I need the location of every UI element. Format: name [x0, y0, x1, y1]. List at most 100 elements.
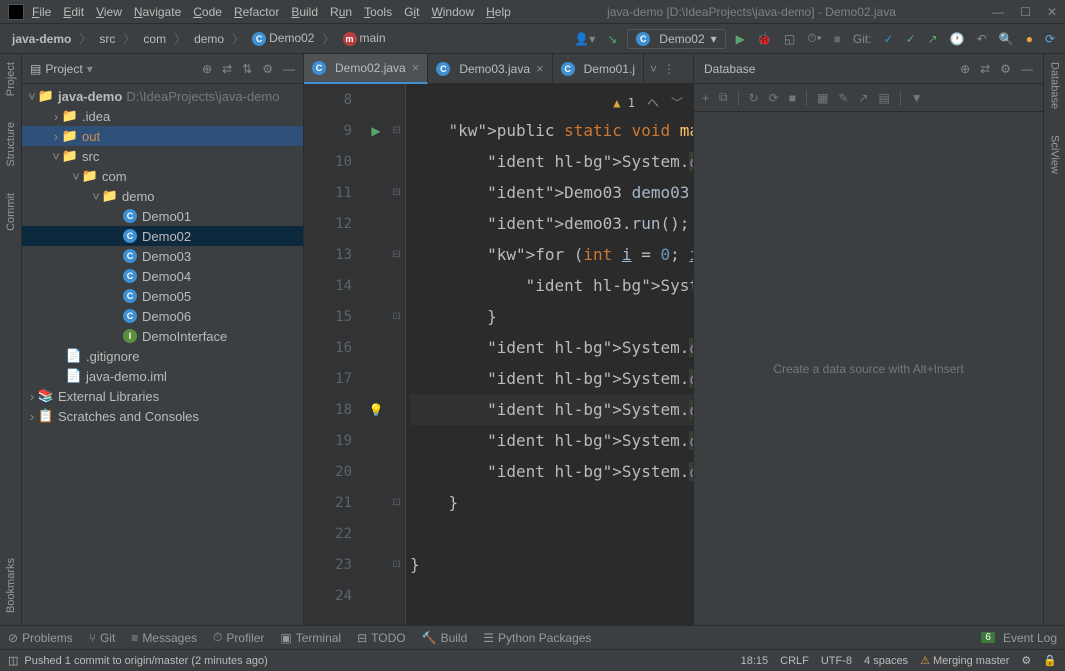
tab-demo03[interactable]: C Demo03.java × — [428, 54, 552, 84]
build-button[interactable]: ↘ — [605, 30, 619, 48]
tool-bookmarks[interactable]: Bookmarks — [5, 554, 17, 617]
hide-tool-windows-icon[interactable]: ◫ — [8, 654, 18, 667]
tree-com-package[interactable]: ˅ 📁 com — [22, 166, 303, 186]
tree-class-demo04[interactable]: C Demo04 — [22, 266, 303, 286]
tool-terminal[interactable]: ▣ Terminal — [280, 631, 341, 645]
menu-help[interactable]: Help — [486, 5, 511, 19]
memory-indicator-icon[interactable]: ⚙ — [1021, 654, 1031, 667]
menu-tools[interactable]: Tools — [364, 5, 392, 19]
run-button[interactable]: ▶ — [734, 30, 747, 48]
project-tree[interactable]: ˅ 📁 java-demo D:\IdeaProjects\java-demo … — [22, 84, 303, 625]
menu-git[interactable]: Git — [404, 5, 419, 19]
menu-navigate[interactable]: Navigate — [134, 5, 181, 19]
menu-run[interactable]: Run — [330, 5, 352, 19]
tree-class-demo02[interactable]: C Demo02 — [22, 226, 303, 246]
tool-git[interactable]: ⑂ Git — [89, 631, 116, 645]
git-commit-button[interactable]: ✓ — [904, 30, 918, 48]
db-sync-icon[interactable]: ⟳ — [769, 91, 779, 105]
git-rollback-button[interactable]: ↶ — [975, 30, 989, 48]
indent-config[interactable]: 4 spaces — [864, 655, 908, 667]
db-refresh-icon[interactable]: ↻ — [749, 91, 759, 105]
close-tab-icon[interactable]: × — [412, 60, 420, 75]
db-locate-icon[interactable]: ⊕ — [960, 62, 970, 76]
ide-tools-button[interactable]: ⟳ — [1043, 30, 1057, 48]
tool-event-log[interactable]: Event Log — [1003, 631, 1057, 645]
tool-structure[interactable]: Structure — [5, 118, 17, 171]
bc-com[interactable]: com — [139, 30, 170, 48]
tool-project[interactable]: Project — [5, 58, 17, 100]
db-jump-icon[interactable]: ↗ — [858, 91, 868, 105]
coverage-button[interactable]: ◱ — [782, 30, 797, 48]
stop-button[interactable]: ■ — [832, 30, 843, 48]
ide-settings-button[interactable]: ● — [1024, 30, 1035, 48]
code-editor[interactable]: ▲ 1 ヘ ﹀ "kw">public static void main( "i… — [406, 84, 693, 625]
tree-class-demo03[interactable]: C Demo03 — [22, 246, 303, 266]
tab-demo02[interactable]: C Demo02.java × — [304, 54, 428, 84]
menu-view[interactable]: View — [96, 5, 122, 19]
db-edit-icon[interactable]: ✎ — [838, 91, 848, 105]
menu-code[interactable]: Code — [193, 5, 222, 19]
tool-build[interactable]: 🔨 Build — [422, 631, 468, 645]
file-encoding[interactable]: UTF-8 — [821, 655, 852, 667]
maximize-button[interactable]: ☐ — [1020, 5, 1031, 19]
panel-settings-icon[interactable]: ⚙ — [262, 62, 273, 76]
tool-problems[interactable]: ⊘ Problems — [8, 631, 73, 645]
line-separator[interactable]: CRLF — [780, 655, 809, 667]
tool-database[interactable]: Database — [1049, 58, 1061, 113]
next-highlight-icon[interactable]: ﹀ — [671, 88, 683, 119]
db-collapse-icon[interactable]: ⇄ — [980, 62, 990, 76]
db-console-icon[interactable]: ▤ — [878, 91, 889, 105]
prev-highlight-icon[interactable]: ヘ — [647, 88, 659, 119]
profiler-button[interactable]: ⏱▾ — [805, 29, 823, 48]
menu-edit[interactable]: Edit — [63, 5, 84, 19]
tree-src-folder[interactable]: ˅ 📁 src — [22, 146, 303, 166]
project-view-dropdown[interactable]: ▾ — [87, 62, 93, 76]
close-tab-icon[interactable]: × — [536, 61, 544, 76]
menu-refactor[interactable]: Refactor — [234, 5, 279, 19]
bc-class[interactable]: CDemo02 — [248, 29, 318, 48]
db-duplicate-icon[interactable]: ⧉ — [719, 90, 728, 105]
minimize-button[interactable]: — — [992, 5, 1004, 19]
tree-project-root[interactable]: ˅ 📁 java-demo D:\IdeaProjects\java-demo — [22, 86, 303, 106]
tool-todo[interactable]: ⊟ TODO — [357, 631, 406, 645]
debug-button[interactable]: 🐞 — [755, 30, 774, 48]
tree-class-demo06[interactable]: C Demo06 — [22, 306, 303, 326]
tree-gitignore[interactable]: 📄 .gitignore — [22, 346, 303, 366]
panel-hide-icon[interactable]: — — [283, 62, 295, 76]
git-history-button[interactable]: 🕐 — [948, 30, 967, 48]
tabs-more-icon[interactable]: ⋮ — [663, 62, 675, 76]
menu-file[interactable]: File — [32, 5, 51, 19]
bc-src[interactable]: src — [95, 30, 119, 48]
bc-project[interactable]: java-demo — [8, 30, 75, 48]
tool-commit[interactable]: Commit — [5, 189, 17, 235]
db-table-icon[interactable]: ▦ — [817, 91, 828, 105]
cursor-position[interactable]: 18:15 — [741, 655, 769, 667]
tree-class-demo01[interactable]: C Demo01 — [22, 206, 303, 226]
tabs-dropdown-icon[interactable]: ˅ — [650, 62, 657, 76]
db-settings-icon[interactable]: ⚙ — [1000, 62, 1011, 76]
select-opened-file-icon[interactable]: ⊕ — [202, 62, 212, 76]
tree-scratches[interactable]: › 📋 Scratches and Consoles — [22, 406, 303, 426]
db-add-icon[interactable]: + — [702, 91, 709, 105]
inspection-indicator[interactable]: ▲ 1 ヘ ﹀ — [613, 88, 683, 119]
db-stop-icon[interactable]: ■ — [789, 91, 796, 105]
tree-interface[interactable]: I DemoInterface — [22, 326, 303, 346]
menu-window[interactable]: Window — [431, 5, 474, 19]
expand-all-icon[interactable]: ⇄ — [222, 62, 232, 76]
tool-python[interactable]: ☰ Python Packages — [483, 631, 591, 645]
tree-class-demo05[interactable]: C Demo05 — [22, 286, 303, 306]
git-branch-indicator[interactable]: ⚠ Merging master — [920, 654, 1009, 667]
collapse-all-icon[interactable]: ⇅ — [242, 62, 252, 76]
menu-build[interactable]: Build — [291, 5, 318, 19]
tool-profiler[interactable]: ⏱ Profiler — [213, 630, 264, 645]
search-button[interactable]: 🔍 — [997, 30, 1016, 48]
run-config-selector[interactable]: C Demo02 ▾ — [627, 29, 725, 49]
lock-icon[interactable]: 🔒 — [1043, 654, 1057, 667]
bc-method[interactable]: mmain — [339, 29, 390, 48]
tree-out-folder[interactable]: › 📁 out — [22, 126, 303, 146]
tool-sciview[interactable]: SciView — [1049, 131, 1061, 178]
git-pull-button[interactable]: ✓ — [882, 30, 896, 48]
git-push-button[interactable]: ↗ — [926, 30, 940, 48]
db-filter-icon[interactable]: ▼ — [911, 91, 923, 105]
tree-idea-folder[interactable]: › 📁 .idea — [22, 106, 303, 126]
